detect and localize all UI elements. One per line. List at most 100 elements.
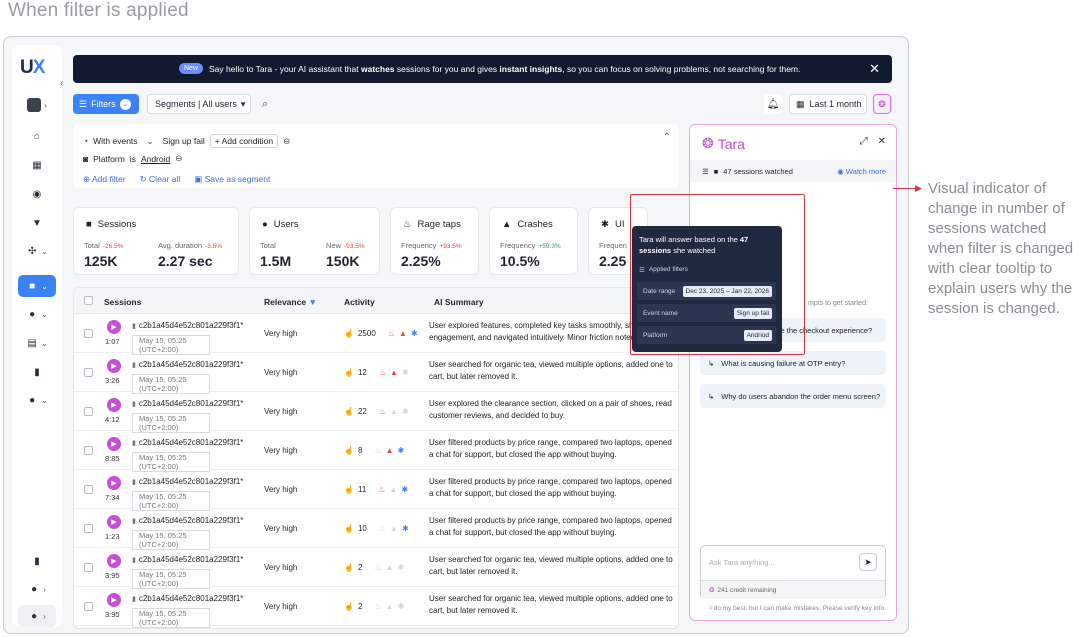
fire-icon: ♨ — [374, 602, 382, 611]
play-icon[interactable]: ▶ — [107, 359, 121, 373]
row-checkbox[interactable] — [84, 329, 93, 338]
ai-summary: User filtered products by price range, c… — [429, 438, 672, 459]
session-duration: 1:23 — [105, 532, 120, 541]
table-row[interactable]: ▶ 3:95 ▮ c2b1a45d4e52c801a229f3f1* May 15, 0… — [74, 548, 678, 589]
sidebar-item-app-switcher[interactable]: › — [18, 94, 56, 116]
row-checkbox[interactable] — [84, 407, 93, 416]
row-checkbox[interactable] — [84, 368, 93, 377]
sidebar-item-profile[interactable]: ● › — [18, 605, 56, 627]
chevron-down-icon: ⌄ — [146, 135, 154, 146]
remove-icon[interactable]: ⊖ — [175, 153, 182, 164]
expand-icon[interactable]: ⤢ — [860, 136, 868, 147]
play-icon[interactable]: ▶ — [107, 398, 121, 412]
watch-more-link[interactable]: ◉ Watch more — [837, 167, 886, 176]
sidebar-item-docs[interactable]: ▮ — [18, 550, 56, 572]
credit-bar: ❂ 241 credit remaining — [701, 580, 885, 599]
play-icon[interactable]: ▶ — [107, 593, 121, 607]
table-row[interactable]: ▶ 3:26 ▮ c2b1a45d4e52c801a229f3f1* May 15, 0… — [74, 353, 678, 394]
event-name-value[interactable]: Sign up fail — [163, 136, 205, 146]
play-icon[interactable]: ▶ — [107, 515, 121, 529]
stat-label: Avg. duration — [158, 241, 203, 250]
table-row[interactable]: ▶ 7:34 ▮ c2b1a45d4e52c801a229f3f1* May 15, 0… — [74, 470, 678, 511]
relevance-value: Very high — [264, 329, 298, 338]
warning-icon: ▲ — [398, 329, 407, 338]
play-icon[interactable]: ▶ — [107, 437, 121, 451]
sidebar-item-funnel[interactable]: ▼ — [18, 212, 56, 234]
row-checkbox[interactable] — [84, 602, 93, 611]
header-ai-summary[interactable]: AI Summary — [434, 297, 484, 307]
sessions-watched-label[interactable]: 47 sessions watched — [723, 167, 793, 176]
tara-logo-icon: ❂ — [702, 135, 714, 151]
play-icon[interactable]: ▶ — [107, 554, 121, 568]
sidebar-item-modules[interactable]: ✣ ⌄ — [18, 240, 56, 262]
sidebar-item-alerts[interactable]: ● ⌄ — [18, 389, 56, 411]
date-range-button[interactable]: ▦ Last 1 month — [789, 94, 867, 114]
tara-toggle-icon[interactable]: ❂ — [873, 94, 891, 114]
header-sessions[interactable]: Sessions — [104, 297, 141, 307]
stat-value: 150K — [326, 253, 360, 269]
row-checkbox[interactable] — [84, 563, 93, 572]
play-icon[interactable]: ▶ — [107, 320, 121, 334]
alert-icon: ● — [29, 394, 36, 406]
remove-icon[interactable]: ⊖ — [283, 136, 290, 147]
save-segment-button[interactable]: ▣ Save as segment — [194, 174, 270, 185]
table-row[interactable]: ▶ 4:12 ▮ c2b1a45d4e52c801a229f3f1* May 15, 0… — [74, 392, 678, 433]
suggestion-item[interactable]: ↳ Why do users abandon the order menu scr… — [700, 384, 886, 408]
platform-value[interactable]: Android — [141, 154, 170, 164]
sidebar-item-events[interactable]: ▤ ⌄ — [18, 332, 56, 354]
freeze-icon: ✱ — [601, 219, 609, 230]
sidebar-item-dashboard[interactable]: ▦ — [18, 154, 56, 176]
banner-pre: Say hello to Tara - your AI assistant th… — [209, 64, 361, 74]
sidebar-item-help[interactable]: ● › — [18, 578, 56, 600]
table-row[interactable]: ▶ 3:95 ▮ c2b1a45d4e52c801a229f3f1* May 15, 0… — [74, 587, 678, 628]
play-icon[interactable]: ▶ — [107, 476, 121, 490]
bell-icon[interactable]: 🔔︎ — [764, 94, 782, 114]
fire-icon: ♨ — [374, 446, 382, 455]
sidebar-item-team[interactable]: ● ⌄ — [18, 303, 56, 325]
session-id-label: c2b1a45d4e52c801a229f3f1* — [138, 477, 244, 486]
table-row[interactable]: ▶ 8:85 ▮ c2b1a45d4e52c801a229f3f1* May 15, 0… — [74, 431, 678, 472]
filters-button[interactable]: ☰ Filters ⌄ — [73, 94, 139, 114]
add-filter-button[interactable]: ⊕ Add filter — [83, 174, 126, 185]
session-duration: 8:85 — [105, 454, 120, 463]
ask-tara-input[interactable]: Ask Tara anything... — [709, 558, 775, 567]
session-duration: 3:26 — [105, 376, 120, 385]
activity-count: 2 — [357, 563, 363, 572]
header-activity[interactable]: Activity — [344, 297, 375, 307]
sidebar-item-home[interactable]: ⌂ — [18, 125, 56, 147]
send-icon[interactable]: ➤ — [859, 553, 877, 571]
with-events-select[interactable]: With events — [93, 136, 137, 146]
row-checkbox[interactable] — [84, 446, 93, 455]
profile-icon: ● — [31, 610, 38, 622]
clear-all-button[interactable]: ↻ Clear all — [140, 174, 181, 185]
filter-actions: ⊕ Add filter ↻ Clear all ▣ Save as segme… — [83, 174, 270, 185]
activity-cell: ☝ 2 ♨ ▲ ✱ — [344, 602, 404, 611]
segments-label: Segments | All users — [155, 99, 237, 109]
sidebar-item-sessions[interactable]: ■ ⌄ — [18, 275, 56, 297]
session-id: ▮ c2b1a45d4e52c801a229f3f1* — [132, 438, 243, 447]
app-frame: UX › ⌂ ▦ ◉ ▼ ✣ ⌄ ■ ⌄ ● ⌄ ▤ ⌄ ▮ ● ⌄ ▮ ● › ● › ‹ … — [3, 36, 909, 634]
stat-value: 10.5% — [500, 253, 540, 269]
suggestion-label: Why do users abandon the order menu scre… — [721, 391, 881, 401]
add-condition-button[interactable]: + Add condition — [209, 134, 279, 148]
calendar-icon: ▦ — [796, 98, 805, 109]
row-checkbox[interactable] — [84, 485, 93, 494]
segments-dropdown[interactable]: Segments | All users ▾ — [147, 94, 251, 114]
watch-more-label: Watch more — [845, 166, 886, 176]
close-banner-icon[interactable]: ✕ — [869, 61, 880, 77]
sidebar-item-users[interactable]: ◉ — [18, 183, 56, 205]
collapse-filters-icon[interactable]: ⌃ — [663, 132, 671, 143]
header-relevance[interactable]: Relevance ▼ — [264, 297, 317, 307]
filter-icon: ☰ — [79, 98, 88, 109]
select-all-checkbox[interactable] — [84, 296, 93, 305]
chevron-down-icon: ⌄ — [41, 309, 48, 319]
sidebar-item-device[interactable]: ▮ — [18, 361, 56, 383]
row-checkbox[interactable] — [84, 524, 93, 533]
chevron-down-icon: ⌄ — [41, 338, 48, 348]
stat-label: Frequency — [500, 241, 536, 250]
collapse-sidebar-icon[interactable]: ‹ — [60, 78, 70, 90]
table-row[interactable]: ▶ 1:23 ▮ c2b1a45d4e52c801a229f3f1* May 15, 0… — [74, 509, 678, 550]
search-icon[interactable]: ⌕ — [262, 94, 276, 114]
close-icon[interactable]: ✕ — [878, 136, 886, 147]
table-row[interactable]: ▶ 1:07 ▮ c2b1a45d4e52c801a229f3f1* May 15, 0… — [74, 314, 678, 355]
